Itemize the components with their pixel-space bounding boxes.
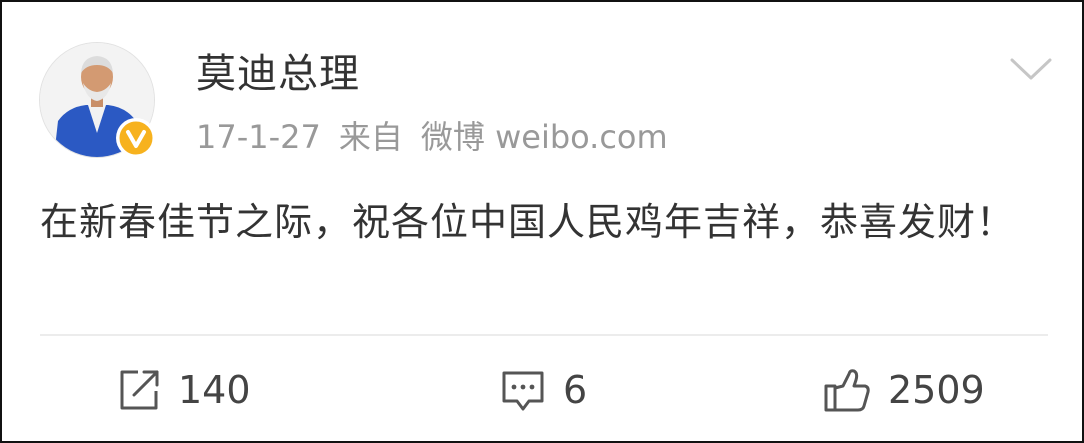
comment-icon xyxy=(502,371,544,411)
thumbs-up-icon xyxy=(824,369,870,412)
post-meta: 17-1-27 来自 微博 weibo.com xyxy=(196,116,686,158)
source-name[interactable]: 微博 weibo.com xyxy=(421,118,668,156)
like-count: 2509 xyxy=(888,368,985,412)
post-date: 17-1-27 xyxy=(196,118,321,156)
like-button[interactable]: 2509 xyxy=(822,362,985,418)
chevron-down-icon[interactable] xyxy=(1008,52,1054,86)
repost-icon xyxy=(120,370,159,410)
author-name[interactable]: 莫迪总理 xyxy=(196,50,360,98)
weibo-post-card: 莫迪总理 17-1-27 来自 微博 weibo.com 在新春佳节之际，祝各位中国… xyxy=(0,0,1084,443)
post-text: 在新春佳节之际，祝各位中国人民鸡年吉祥，恭喜发财！ xyxy=(40,200,1016,244)
source-prefix: 来自 xyxy=(338,118,403,156)
comment-count: 6 xyxy=(563,368,588,412)
verified-badge-icon xyxy=(116,118,156,158)
divider xyxy=(40,334,1048,336)
repost-button[interactable]: 140 xyxy=(116,362,251,418)
repost-count: 140 xyxy=(178,368,251,412)
comment-button[interactable]: 6 xyxy=(499,362,587,418)
